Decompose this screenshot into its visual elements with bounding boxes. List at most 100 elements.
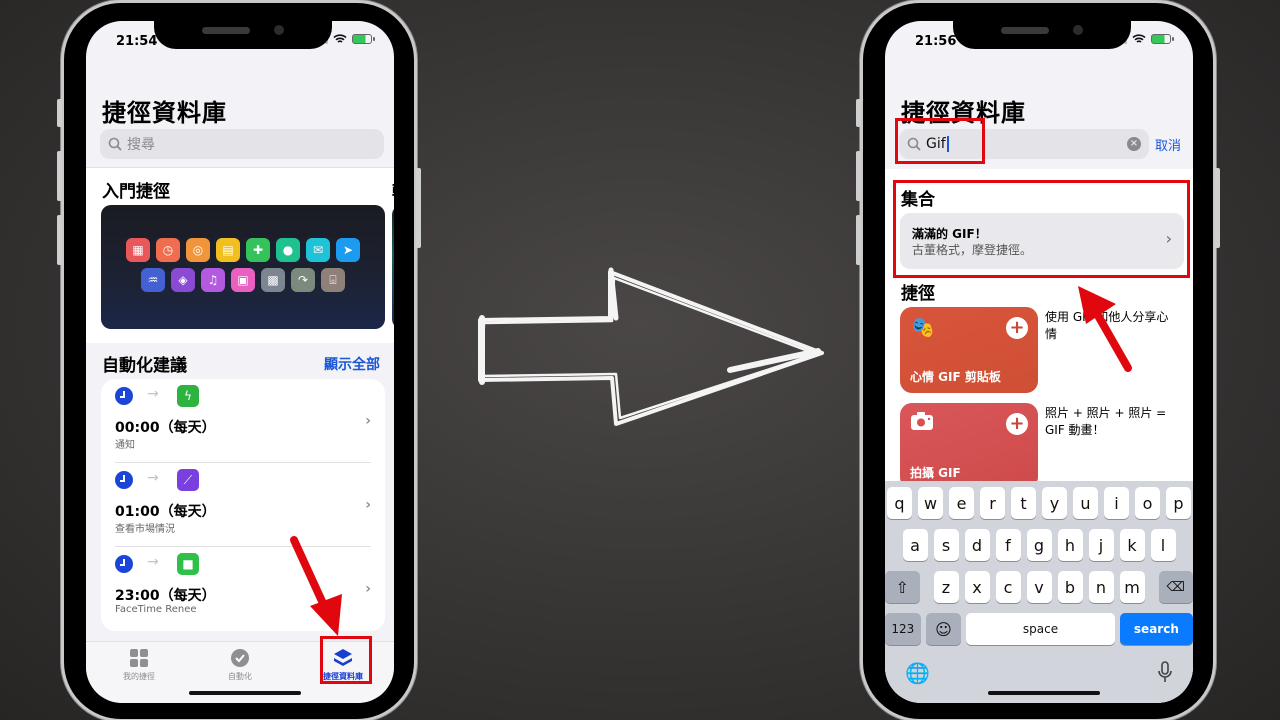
red-arrow-to-gallery-tab [290,536,342,636]
key-f[interactable]: f [995,529,1021,561]
photos-icon: ▣ [231,268,255,292]
tab-label: 自動化 [228,672,252,681]
key-d[interactable]: d [964,529,990,561]
left-phone-frame: 21:54 捷徑資料庫 搜尋 入門捷徑 輕 ▦◷◎▤✚●✉➤ ♒◈♫▣▩↷⌻ 自動… [57,0,421,720]
key-v[interactable]: v [1026,571,1052,603]
clock-icon [115,555,133,573]
key-y[interactable]: y [1042,487,1067,519]
key-l[interactable]: l [1150,529,1176,561]
hero-tile-row: ♒ ◈ ♫ ▣ ▩ ↷ ⌻ [141,268,345,292]
notch [953,21,1131,49]
airdrop-icon: ◎ [186,238,210,262]
calendar-icon: ▦ [126,238,150,262]
search-input[interactable]: 搜尋 [100,129,384,159]
add-shortcut-button[interactable]: + [1006,317,1028,339]
key-z[interactable]: z [933,571,959,603]
next-card-peek[interactable] [392,205,394,329]
wifi-icon [1132,34,1146,43]
shortcut-name: 心情 GIF 剪貼板 [910,370,1001,384]
globe-icon[interactable]: 🌐 [905,661,930,685]
key-n[interactable]: n [1088,571,1114,603]
chat-bubble-icon: ● [276,238,300,262]
key-g[interactable]: g [1026,529,1052,561]
keyboard: qwertyuiop asdfghjkl ⇧ zxcvbnm ⌫ 123 ☺ s… [885,481,1193,703]
backspace-key[interactable]: ⌫ [1158,571,1193,603]
tab-automation[interactable]: 自動化 [195,648,285,682]
key-u[interactable]: u [1073,487,1098,519]
arrow-right-icon: → [147,470,159,486]
key-b[interactable]: b [1057,571,1083,603]
key-t[interactable]: t [1011,487,1036,519]
key-p[interactable]: p [1166,487,1191,519]
clock-icon [115,471,133,489]
next-section-peek: 輕 [392,177,394,202]
search-key[interactable]: search [1119,613,1193,645]
layers-icon: ◈ [171,268,195,292]
search-placeholder: 搜尋 [127,137,155,153]
clear-search-icon[interactable]: × [1127,137,1141,151]
highlight-box-gallery-tab [320,636,372,684]
page-title: 捷徑資料庫 [102,99,227,127]
key-q[interactable]: q [887,487,912,519]
music-list-icon: ♫ [201,268,225,292]
key-e[interactable]: e [949,487,974,519]
emoji-key[interactable]: ☺ [925,613,962,645]
waveform-icon: ♒ [141,268,165,292]
space-key[interactable]: space [966,613,1115,645]
key-x[interactable]: x [964,571,990,603]
automation-subtitle: 通知 [115,440,135,451]
key-r[interactable]: r [980,487,1005,519]
volume-down-button [856,215,861,265]
side-button [416,168,421,248]
camera-icon [911,412,933,430]
key-c[interactable]: c [995,571,1021,603]
shortcuts-section-title: 捷徑 [901,284,935,304]
theater-masks-icon: 🎭 [910,315,935,339]
microphone-icon[interactable] [1157,661,1173,683]
red-arrow-to-collection [1078,286,1132,372]
battery-charging-icon [1151,34,1174,44]
hand-drawn-arrow-icon [478,267,824,426]
add-shortcut-button[interactable]: + [1006,413,1028,435]
automation-row[interactable]: → ϟ 00:00（每天） 通知 › [101,379,385,463]
facetime-icon: ■ [177,553,199,575]
chevron-right-icon: › [365,413,371,429]
automation-time: 00:00（每天） [115,420,216,436]
shortcut-card-mood-gif[interactable]: 🎭 + 心情 GIF 剪貼板 [900,307,1038,393]
key-j[interactable]: j [1088,529,1114,561]
key-h[interactable]: h [1057,529,1083,561]
chevron-right-icon: › [365,581,371,597]
key-k[interactable]: k [1119,529,1145,561]
key-a[interactable]: a [902,529,928,561]
chevron-right-icon: › [365,497,371,513]
arrow-right-icon: → [147,386,159,402]
key-o[interactable]: o [1135,487,1160,519]
key-s[interactable]: s [933,529,959,561]
show-all-link[interactable]: 顯示全部 [324,354,380,374]
automation-subtitle: FaceTime Renee [115,604,197,615]
numbers-key[interactable]: 123 [885,613,921,645]
silent-switch [57,99,62,127]
shortcut-card-take-gif[interactable]: + 拍攝 GIF [900,403,1038,489]
qr-code-icon: ▩ [261,268,285,292]
battery-charging-icon [352,34,375,44]
volume-down-button [57,215,62,265]
arrow-right-icon: → [147,554,159,570]
shift-key[interactable]: ⇧ [885,571,920,603]
side-button [1215,168,1220,248]
cancel-button[interactable]: 取消 [1155,135,1181,154]
note-add-icon: ▤ [216,238,240,262]
starter-section-title: 入門捷徑 [102,182,170,202]
home-indicator [189,691,301,695]
shortcut-name: 拍攝 GIF [910,466,961,480]
starter-shortcuts-card[interactable]: ▦ ◷ ◎ ▤ ✚ ● ✉ ➤ ♒ ◈ ♫ ▣ ▩ ↷ ⌻ [101,205,385,329]
tab-my-shortcuts[interactable]: 我的捷徑 [94,648,184,682]
wifi-icon [333,34,347,43]
message-add-icon: ✚ [246,238,270,262]
key-m[interactable]: m [1119,571,1145,603]
key-i[interactable]: i [1104,487,1129,519]
automation-time: 23:00（每天） [115,588,216,604]
scan-icon: ⌻ [321,268,345,292]
key-w[interactable]: w [918,487,943,519]
power-icon: ϟ [177,385,199,407]
